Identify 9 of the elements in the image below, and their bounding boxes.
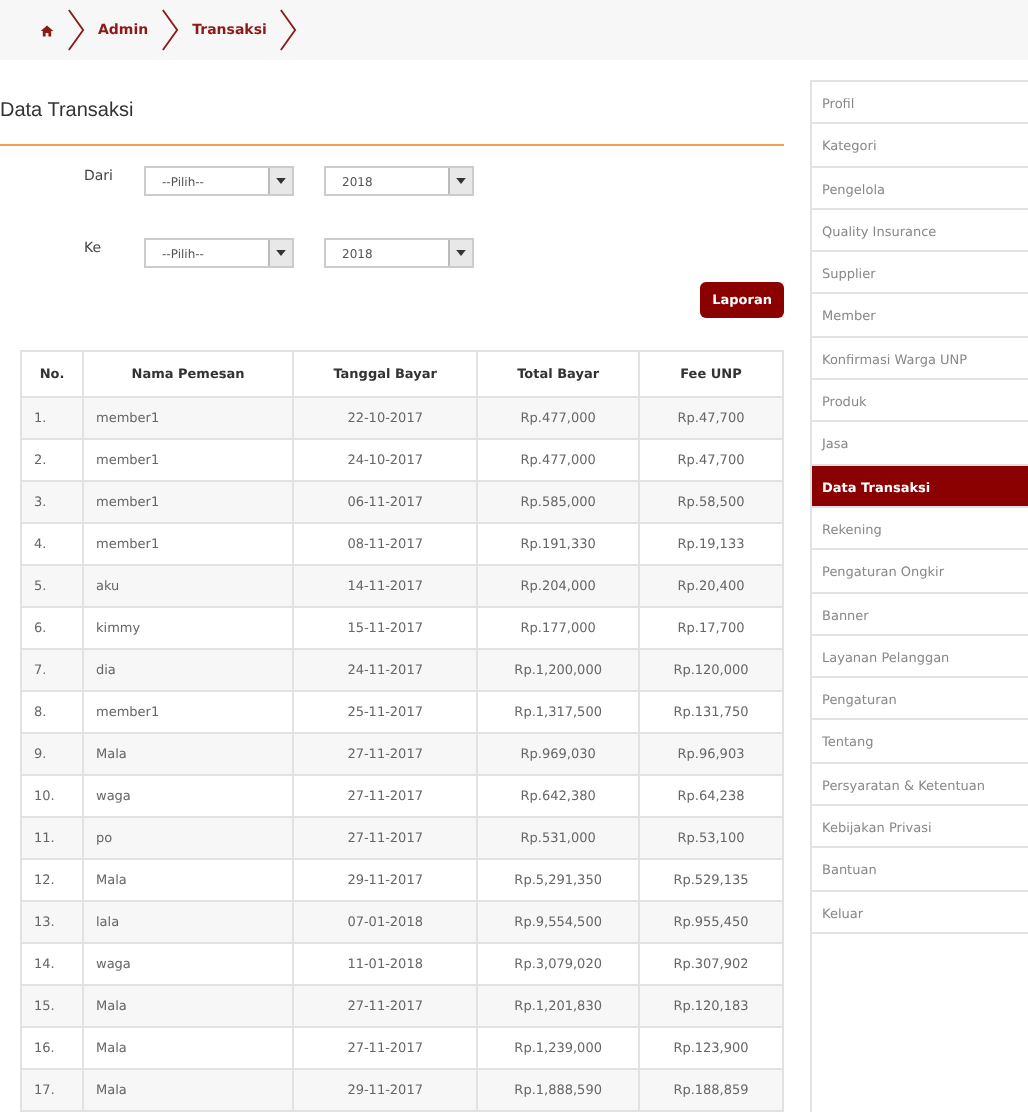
caret-icon	[276, 178, 286, 184]
caret-icon	[456, 178, 466, 184]
chevron-icon	[278, 4, 299, 56]
chevron-icon	[66, 4, 86, 56]
caret-icon	[456, 250, 466, 256]
caret-icon	[276, 250, 286, 256]
home-icon[interactable]	[40, 23, 54, 37]
chevron-icon	[160, 4, 181, 56]
page-title: Data Transaksi	[0, 60, 784, 146]
